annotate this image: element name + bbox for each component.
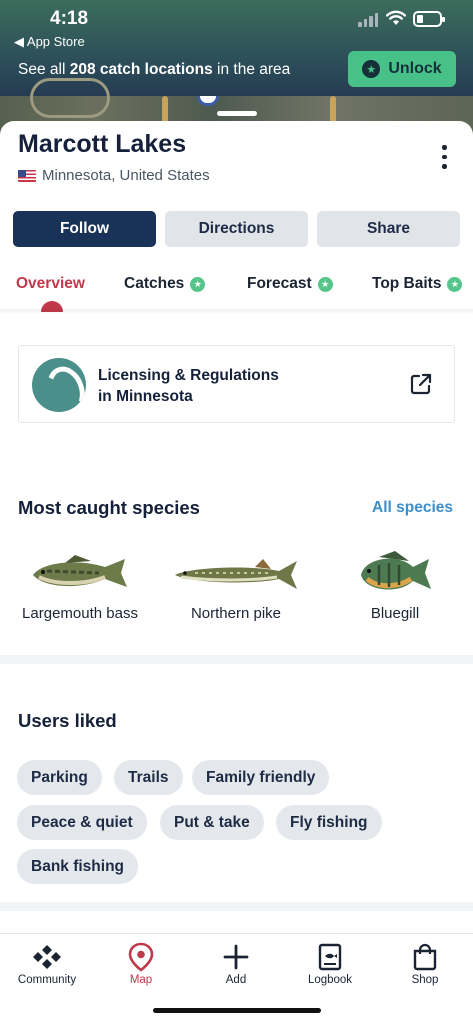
status-time: 4:18 (50, 8, 89, 29)
catch-locations-banner: See all 208 catch locations in the area (18, 61, 290, 79)
external-link-icon (410, 373, 432, 395)
nav-logbook[interactable]: Logbook (290, 940, 370, 986)
tab-overview[interactable]: Overview (16, 275, 85, 293)
tab-forecast[interactable]: Forecast ★ (247, 275, 333, 293)
species-section-title: Most caught species (18, 497, 200, 518)
tag-chip[interactable]: Parking (17, 760, 102, 795)
us-flag-icon (18, 169, 36, 182)
tag-chip[interactable]: Trails (114, 760, 183, 795)
premium-star-icon: ★ (447, 276, 463, 292)
species-bluegill[interactable]: Bluegill (327, 551, 463, 622)
tag-chip[interactable]: Family friendly (192, 760, 330, 795)
star-icon: ★ (362, 60, 381, 78)
logbook-icon (318, 943, 342, 971)
premium-star-icon: ★ (190, 276, 206, 292)
nav-label: Community (17, 974, 77, 986)
nav-community[interactable]: Community (7, 940, 87, 986)
tag-chip[interactable]: Bank fishing (17, 849, 139, 884)
tab-label: Overview (16, 275, 85, 292)
location-sheet: Marcott Lakes Minnesota, United States F… (0, 121, 473, 933)
bluegill-image (361, 551, 431, 590)
species-largemouth-bass[interactable]: Largemouth bass (10, 551, 150, 622)
home-indicator[interactable] (153, 1008, 321, 1013)
sheet-grabber[interactable] (217, 111, 257, 116)
tab-bar: Overview Catches ★ Forecast ★ Top Baits ★ (0, 267, 473, 311)
regulations-logo-icon (32, 358, 86, 412)
tag-chip[interactable]: Peace & quiet (17, 805, 147, 840)
share-button[interactable]: Share (317, 211, 460, 247)
tag-chip[interactable]: Fly fishing (276, 805, 382, 840)
species-name: Bluegill (370, 605, 420, 622)
action-buttons: Follow Directions Share (13, 211, 460, 247)
premium-star-icon: ★ (317, 276, 333, 292)
nav-add[interactable]: Add (196, 940, 276, 986)
top-banner: 4:18 ◀ App Store See all 208 catch locat… (0, 0, 473, 135)
nav-label: Map (129, 974, 153, 986)
cellular-signal-icon (358, 13, 378, 27)
nav-label: Logbook (307, 974, 353, 986)
species-northern-pike[interactable]: Northern pike (166, 551, 306, 622)
community-icon (33, 945, 61, 969)
all-species-link[interactable]: All species (372, 499, 453, 517)
tag-chip[interactable]: Put & take (160, 805, 264, 840)
region-label: Minnesota, United States (42, 167, 210, 184)
tab-label: Top Baits (372, 275, 442, 292)
section-divider (0, 655, 473, 664)
plus-icon (223, 944, 249, 970)
directions-button[interactable]: Directions (165, 211, 308, 247)
follow-button[interactable]: Follow (13, 211, 156, 247)
licensing-line-2: in Minnesota (98, 388, 193, 405)
largemouth-bass-image (33, 555, 127, 587)
status-bar: 4:18 ◀ App Store (0, 0, 473, 49)
tab-divider (0, 309, 473, 315)
unlock-label: Unlock (388, 60, 442, 77)
licensing-line-1: Licensing & Regulations (98, 367, 279, 384)
unlock-button[interactable]: ★ Unlock (348, 51, 456, 87)
banner-text-prefix: See all (18, 61, 70, 78)
tab-label: Catches (124, 275, 185, 292)
users-liked-title: Users liked (18, 710, 117, 731)
species-name: Largemouth bass (22, 605, 138, 622)
map-feature (30, 78, 110, 118)
page-title: Marcott Lakes (18, 130, 187, 158)
location-region: Minnesota, United States (18, 167, 210, 184)
licensing-card[interactable]: Licensing & Regulations in Minnesota (18, 345, 455, 423)
section-divider (0, 902, 473, 911)
banner-text-suffix: in the area (212, 61, 291, 78)
tab-label: Forecast (247, 275, 312, 292)
more-options-icon[interactable] (442, 145, 447, 169)
back-to-app-store[interactable]: ◀ App Store (14, 34, 85, 50)
northern-pike-image (175, 559, 297, 589)
licensing-text: Licensing & Regulations in Minnesota (98, 365, 279, 407)
nav-label: Add (225, 974, 247, 986)
map-location-marker (197, 96, 219, 106)
map-pin-icon (128, 942, 154, 972)
wifi-icon (386, 10, 406, 25)
nav-map[interactable]: Map (101, 940, 181, 986)
shopping-bag-icon (413, 943, 437, 971)
battery-icon (413, 11, 445, 27)
tab-catches[interactable]: Catches ★ (124, 275, 206, 293)
nav-shop[interactable]: Shop (385, 940, 465, 986)
tab-top-baits[interactable]: Top Baits ★ (372, 275, 463, 293)
species-name: Northern pike (190, 605, 282, 622)
banner-catch-count: 208 catch locations (69, 61, 213, 78)
nav-label: Shop (411, 974, 439, 986)
